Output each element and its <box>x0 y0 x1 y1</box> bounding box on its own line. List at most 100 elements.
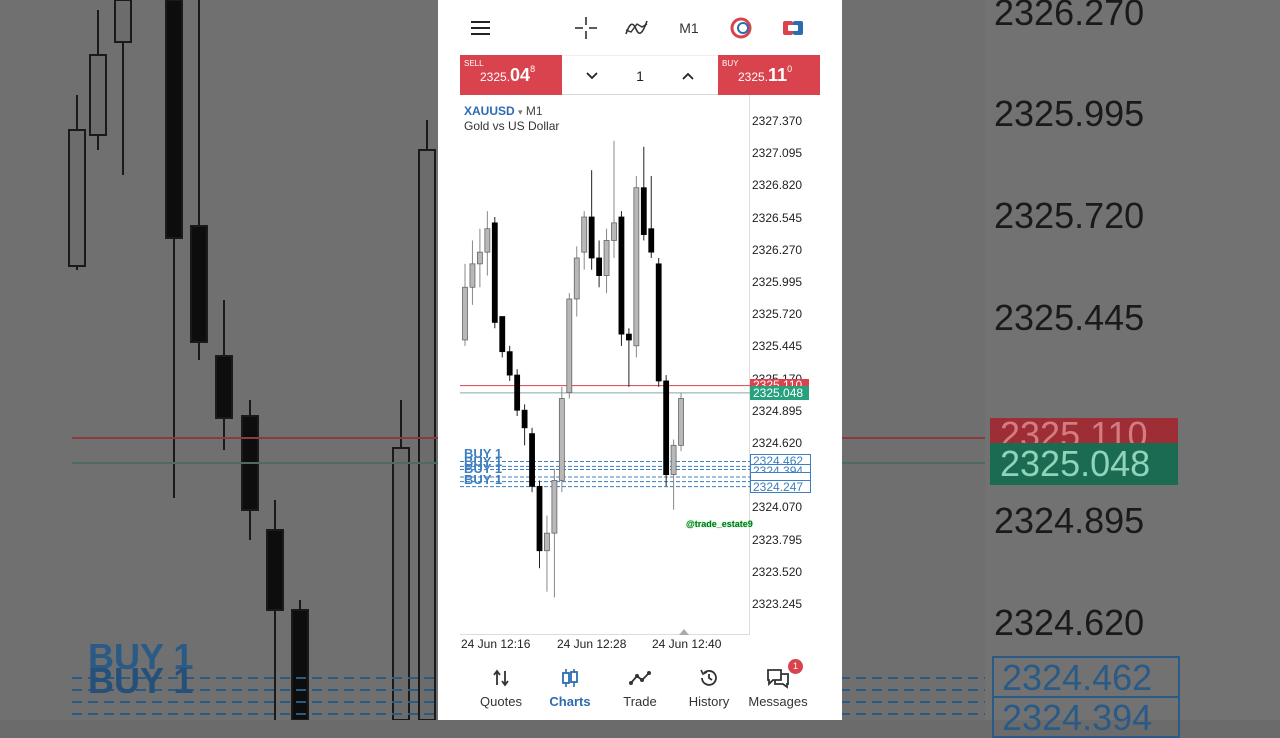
bg-candle-body <box>418 149 436 720</box>
price-axis-label: 2324.070 <box>752 500 803 515</box>
bg-candle-body <box>68 129 86 267</box>
candle-body <box>544 532 550 552</box>
bg-candle-body <box>114 0 132 43</box>
nav-label: History <box>688 694 730 709</box>
price-axis-label: 2325.445 <box>752 339 803 354</box>
nav-charts[interactable]: Charts <box>535 656 605 720</box>
bid-price-tag: 2325.048 <box>750 386 809 400</box>
candle <box>544 515 550 592</box>
price-axis-label: 2323.795 <box>752 532 803 547</box>
candle <box>477 228 483 288</box>
price-axis-label: 2323.520 <box>752 564 803 579</box>
chart-shift-marker[interactable] <box>679 629 689 635</box>
bg-candle-body <box>89 54 107 136</box>
candle-body <box>573 257 580 300</box>
candle <box>551 468 558 598</box>
candle <box>640 146 647 241</box>
bottom-navigation: Quotes Charts Trade History 1 Messages <box>438 656 842 720</box>
candle-body <box>678 398 684 446</box>
quotes-arrows-icon <box>489 666 513 690</box>
price-axis-label: 2323.245 <box>752 597 803 611</box>
candle <box>462 263 468 346</box>
candle <box>558 386 565 493</box>
candle <box>491 217 498 329</box>
chart-symbol[interactable]: XAUUSD ▾ M1 <box>464 104 543 118</box>
candle-body <box>596 257 603 276</box>
bg-bid-tag: 2325.048 <box>990 443 1178 485</box>
candle-body <box>558 398 565 481</box>
candle-body <box>469 263 476 288</box>
candle-body <box>514 374 521 411</box>
candle <box>596 240 603 288</box>
price-axis-label: 2325.995 <box>752 275 803 289</box>
trade-line-icon <box>628 666 652 690</box>
candle <box>521 404 528 446</box>
candle <box>678 392 684 452</box>
nav-label: Trade <box>623 694 657 709</box>
candle <box>506 345 513 381</box>
bg-candle-body <box>165 0 183 239</box>
bg-candle-body <box>215 355 233 419</box>
price-axis-label: 2325.720 <box>752 307 803 322</box>
candle <box>611 140 617 258</box>
symbol-description: Gold vs US Dollar <box>464 119 560 133</box>
nav-label: Messages <box>748 694 808 709</box>
candle-body <box>670 444 677 476</box>
candle <box>670 439 677 510</box>
candle-body <box>655 263 662 382</box>
bg-price-label: 2325.445 <box>994 297 1145 338</box>
candle-body <box>551 480 558 534</box>
candle-body <box>603 240 610 276</box>
candle <box>566 293 573 399</box>
candle <box>625 328 632 387</box>
candle-body <box>663 380 670 476</box>
time-axis-label: 24 Jun 12:28 <box>557 637 627 651</box>
bg-candle-body <box>392 447 410 720</box>
price-axis-label: 2327.370 <box>752 114 803 128</box>
order-price-tag[interactable]: 2324.247 <box>750 480 811 493</box>
candle <box>484 211 491 276</box>
candle-body <box>462 286 468 341</box>
nav-messages[interactable]: 1 Messages <box>743 656 813 720</box>
charts-candles-icon <box>558 666 582 690</box>
price-axis-label: 2326.270 <box>752 242 803 257</box>
candle-body <box>491 222 498 323</box>
candle-body <box>633 187 640 347</box>
candle <box>655 257 662 387</box>
watermark-text: @trade_estate9 <box>686 519 753 529</box>
nav-quotes[interactable]: Quotes <box>466 656 536 720</box>
price-axis-label: 2326.820 <box>752 178 803 193</box>
order-label: BUY 1 <box>464 472 503 487</box>
bg-candle-body <box>291 609 309 720</box>
nav-trade[interactable]: Trade <box>605 656 675 720</box>
candle <box>499 316 506 358</box>
candle <box>588 170 595 270</box>
nav-history[interactable]: History <box>674 656 744 720</box>
unread-badge: 1 <box>788 659 803 674</box>
mt5-chart-screen: M1 SELL 2325.048 1 BUY 2325.110 XAUUSD ▾… <box>438 0 842 720</box>
bg-order-tag: 2324.394 <box>992 696 1180 738</box>
candle-body <box>625 333 632 341</box>
candle <box>573 246 580 317</box>
candle-body <box>499 316 506 353</box>
price-axis-label: 2324.895 <box>752 403 803 418</box>
messages-chat-icon <box>766 666 790 690</box>
candle-body <box>588 216 595 259</box>
candle <box>603 228 610 294</box>
candle <box>663 375 670 487</box>
bg-price-label: 2325.995 <box>994 93 1145 134</box>
candle <box>469 240 476 305</box>
candle-body <box>536 485 543 552</box>
price-axis-label: 2324.620 <box>752 436 803 450</box>
bg-ask-tag: 2325.110 <box>990 418 1178 444</box>
candle-body <box>566 298 573 394</box>
candle <box>618 211 625 346</box>
time-axis-label: 24 Jun 12:40 <box>652 637 722 651</box>
bg-buy-label: BUY 1 <box>88 660 194 701</box>
candle-body <box>477 251 483 265</box>
candle <box>633 176 640 358</box>
nav-label: Charts <box>549 694 591 709</box>
nav-label: Quotes <box>480 694 522 709</box>
bg-price-label: 2325.720 <box>994 195 1145 236</box>
bg-candle-body <box>266 529 284 611</box>
